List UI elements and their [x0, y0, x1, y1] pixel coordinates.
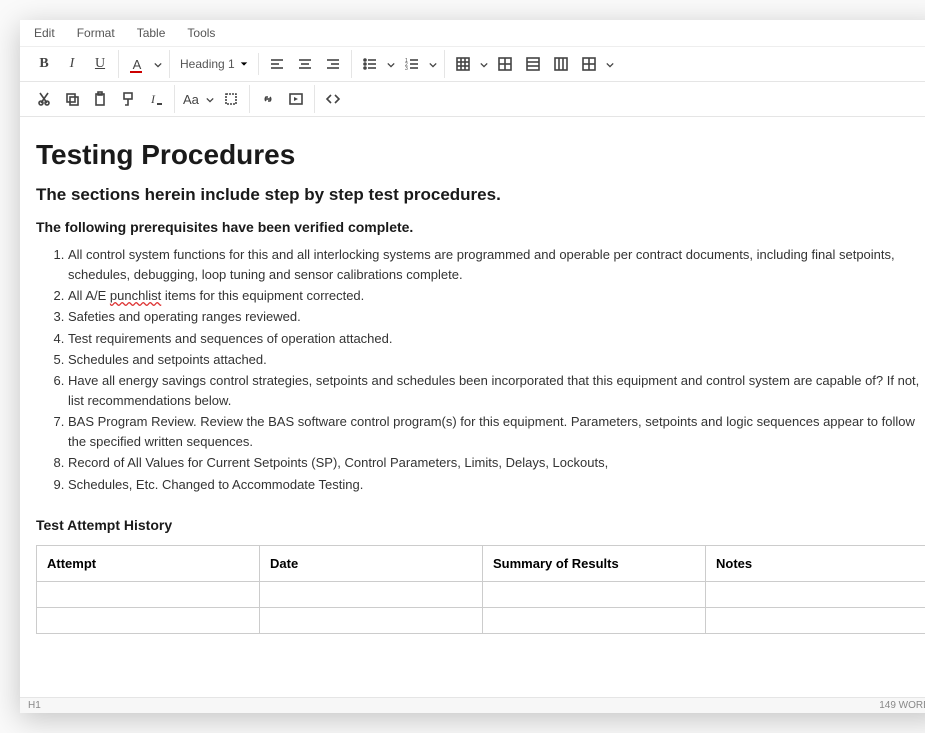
- bold-button[interactable]: B: [30, 50, 58, 78]
- list-item[interactable]: Schedules, Etc. Changed to Accommodate T…: [68, 475, 925, 495]
- list-item[interactable]: Have all energy savings control strategi…: [68, 371, 925, 411]
- block-style-select[interactable]: Heading 1: [174, 53, 254, 75]
- italic-button[interactable]: I: [58, 50, 86, 78]
- toolbar-row-2: I Aa: [20, 82, 925, 117]
- list-item[interactable]: Schedules and setpoints attached.: [68, 350, 925, 370]
- text-color-menu[interactable]: [151, 50, 165, 78]
- word-count[interactable]: 149 WORDS: [879, 700, 925, 711]
- toolbar-row-1: B I U A Heading 1 123: [20, 47, 925, 82]
- menu-table[interactable]: Table: [133, 24, 170, 42]
- list-item[interactable]: Test requirements and sequences of opera…: [68, 329, 925, 349]
- select-all-button[interactable]: [217, 85, 245, 113]
- editor-window: Edit Format Table Tools B I U A Heading …: [20, 20, 925, 713]
- align-right-button[interactable]: [319, 50, 347, 78]
- menu-edit[interactable]: Edit: [30, 24, 59, 42]
- table-cell-button[interactable]: [575, 50, 603, 78]
- align-left-button[interactable]: [263, 50, 291, 78]
- paste-format-button[interactable]: [114, 85, 142, 113]
- prereq-list[interactable]: All control system functions for this an…: [68, 245, 925, 495]
- spellcheck-error[interactable]: punchlist: [110, 288, 161, 303]
- svg-text:3: 3: [405, 66, 408, 72]
- insert-table-button[interactable]: [449, 50, 477, 78]
- media-button[interactable]: [282, 85, 310, 113]
- table-cell-menu[interactable]: [603, 50, 617, 78]
- source-code-button[interactable]: [319, 85, 347, 113]
- prereq-heading[interactable]: The following prerequisites have been ve…: [36, 219, 925, 235]
- block-style-label: Heading 1: [180, 57, 235, 71]
- history-heading[interactable]: Test Attempt History: [36, 517, 925, 533]
- chevron-down-icon: [240, 60, 248, 68]
- list-item[interactable]: BAS Program Review. Review the BAS softw…: [68, 412, 925, 452]
- history-table[interactable]: Attempt Date Summary of Results Notes: [36, 545, 925, 634]
- copy-button[interactable]: [58, 85, 86, 113]
- table-header-row[interactable]: Attempt Date Summary of Results Notes: [37, 545, 925, 581]
- bullet-list-menu[interactable]: [384, 50, 398, 78]
- link-button[interactable]: [254, 85, 282, 113]
- underline-button[interactable]: U: [86, 50, 114, 78]
- col-date[interactable]: Date: [260, 545, 483, 581]
- list-item[interactable]: Record of All Values for Current Setpoin…: [68, 453, 925, 473]
- statusbar: H1 149 WORDS: [20, 697, 925, 713]
- table-row[interactable]: [37, 607, 925, 633]
- numbered-list-menu[interactable]: [426, 50, 440, 78]
- document-content[interactable]: Testing Procedures The sections herein i…: [20, 117, 925, 697]
- text-color-button[interactable]: A: [123, 50, 151, 78]
- numbered-list-button[interactable]: 123: [398, 50, 426, 78]
- text-case-button[interactable]: Aa: [179, 85, 203, 113]
- col-summary[interactable]: Summary of Results: [483, 545, 706, 581]
- insert-table-menu[interactable]: [477, 50, 491, 78]
- paste-button[interactable]: [86, 85, 114, 113]
- align-center-button[interactable]: [291, 50, 319, 78]
- col-notes[interactable]: Notes: [706, 545, 925, 581]
- menu-format[interactable]: Format: [73, 24, 119, 42]
- col-attempt[interactable]: Attempt: [37, 545, 260, 581]
- list-item[interactable]: All control system functions for this an…: [68, 245, 925, 285]
- table-props-button[interactable]: [491, 50, 519, 78]
- list-item[interactable]: Safeties and operating ranges reviewed.: [68, 307, 925, 327]
- table-row[interactable]: [37, 581, 925, 607]
- text-case-menu[interactable]: [203, 85, 217, 113]
- menubar: Edit Format Table Tools: [20, 20, 925, 47]
- element-path[interactable]: H1: [28, 700, 41, 711]
- table-row-button[interactable]: [519, 50, 547, 78]
- table-col-button[interactable]: [547, 50, 575, 78]
- doc-title[interactable]: Testing Procedures: [36, 139, 925, 171]
- bullet-list-button[interactable]: [356, 50, 384, 78]
- svg-text:I: I: [150, 92, 156, 106]
- menu-tools[interactable]: Tools: [183, 24, 219, 42]
- clear-format-button[interactable]: I: [142, 85, 170, 113]
- list-item[interactable]: All A/E punchlist items for this equipme…: [68, 286, 925, 306]
- doc-subtitle[interactable]: The sections herein include step by step…: [36, 185, 925, 205]
- cut-button[interactable]: [30, 85, 58, 113]
